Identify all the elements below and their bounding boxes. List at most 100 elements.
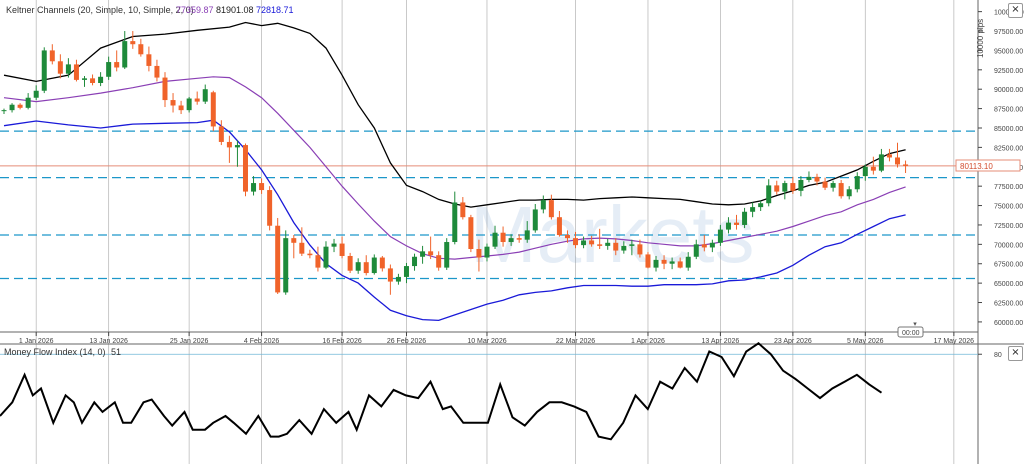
candle-body [734,222,740,225]
price-tick-label: 60000.00 [994,320,1023,327]
candle-body [210,92,216,127]
candle-body [363,262,369,274]
candle-body [154,65,160,78]
candle [170,93,176,113]
candle [822,177,828,191]
time-tick-label: 4 Feb 2026 [244,338,280,345]
sub-indicator-label: Money Flow Index (14, 0) [4,347,106,357]
candle [339,236,345,259]
candle-body [130,41,136,45]
candle-body [170,100,176,106]
candle-body [122,41,128,68]
close-main-panel-button[interactable]: × [1008,3,1023,18]
candle-body [106,62,112,77]
candle-body [790,183,796,191]
candle-body [661,259,667,264]
candle [267,186,273,231]
candle-body [9,104,15,111]
candle [878,148,884,173]
candle-body [758,203,764,208]
candle-body [1,110,7,112]
candle [379,255,385,272]
candle-body [766,185,772,204]
price-tick-label: 75000.00 [994,204,1023,211]
price-tick-label: 67500.00 [994,262,1023,269]
candle-body [412,256,418,267]
candles [1,31,909,295]
candle-body [138,44,144,55]
candle-body [146,54,152,66]
price-tick-label: 92500.00 [994,68,1023,75]
candle-body [49,50,55,62]
candle [782,180,788,200]
candle-body [395,276,401,282]
candle-body [452,202,458,243]
candle [17,103,23,110]
candle [315,246,321,272]
candle-body [717,229,723,243]
collapse-panel-button[interactable]: ▾ [908,320,922,328]
candle-body [484,246,490,258]
candle-body [653,259,659,268]
candle [323,241,329,270]
candle-body [114,62,120,68]
price-badge: 80113.10 [955,159,1021,172]
close-sub-panel-button[interactable]: × [1008,346,1023,361]
mfi-panel: 80 [0,342,1002,441]
candle [460,197,466,220]
candle-body [98,76,104,83]
candle-body [540,200,546,210]
candle-body [589,240,595,245]
time-tick-label: 17 May 2026 [934,338,975,345]
candle-body [468,217,474,249]
candle-body [226,141,232,148]
candle-body [476,249,482,258]
candle [395,273,401,285]
candle [49,44,55,65]
candle [73,59,79,82]
candle [307,249,313,259]
candle [895,142,901,168]
candle-body [685,256,691,268]
candle [468,214,474,253]
price-tick-label: 95000.00 [994,48,1023,55]
time-badge-value: 00:00 [902,330,920,337]
candle [57,54,63,79]
time-tick-label: 16 Feb 2026 [322,338,361,345]
candle [854,172,860,193]
chart-window: Markets 100000.0097500.0095000.0092500.0… [0,0,1024,464]
candle [452,191,458,245]
candle-body [903,164,909,166]
candle [412,253,418,271]
upper-band-value: 81901.08 [216,5,254,15]
candle-body [742,211,748,225]
time-axis[interactable]: 1 Jan 2026 13 Jan 2026 25 Jan 2026 4 Feb 20… [19,332,974,345]
candle-body [460,202,466,218]
candle [436,251,442,271]
price-tick-label: 72500.00 [994,223,1023,230]
time-tick-label: 13 Jan 2026 [89,338,128,345]
candle-body [645,254,651,268]
candle-body [629,244,635,246]
candle-body [862,166,868,177]
candle [130,31,136,49]
candle [251,176,257,196]
candle-body [516,238,522,240]
candle [202,84,208,104]
candle-body [387,268,393,282]
candle-body [822,181,828,188]
candle-body [234,145,240,148]
candle [122,31,128,70]
candle-body [162,77,168,101]
sub-indicator-value: 51 [111,347,121,357]
candle-body [420,251,426,257]
candle [33,85,39,101]
candle [766,179,772,207]
candle [154,59,160,82]
candle-body [605,242,611,246]
candle-body [307,253,313,256]
candle [25,93,31,110]
time-tick-label: 1 Jan 2026 [19,338,54,345]
candle [218,120,224,146]
candle-body [299,242,305,254]
